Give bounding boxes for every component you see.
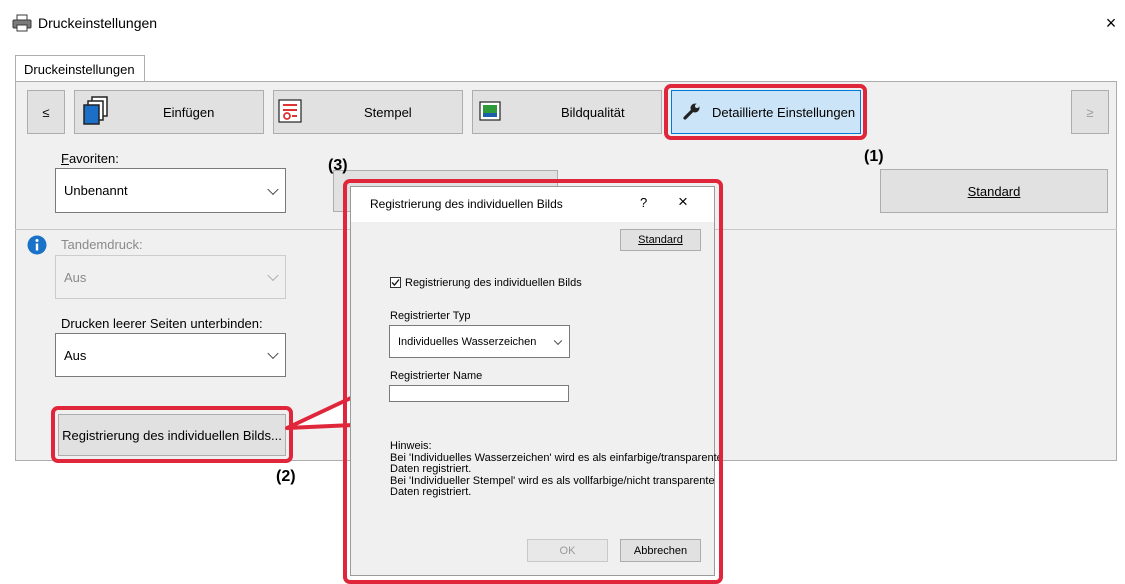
- toolbar-einfuegen-button[interactable]: Einfügen: [74, 90, 264, 134]
- callout-1: (1): [864, 148, 884, 165]
- toolbar-next-button[interactable]: ≥: [1071, 90, 1109, 134]
- blank-pages-value: Aus: [64, 347, 87, 363]
- toolbar-stempel-label: Stempel: [364, 104, 412, 120]
- image-quality-icon: [479, 100, 501, 124]
- close-icon[interactable]: ×: [1100, 12, 1122, 34]
- toolbar-stempel-button[interactable]: Stempel: [273, 90, 463, 134]
- printer-icon: [12, 14, 32, 35]
- callout-3: (3): [328, 157, 348, 174]
- blank-pages-dropdown[interactable]: Aus: [55, 333, 286, 377]
- window-titlebar: [0, 0, 1125, 48]
- chevron-down-icon: [267, 347, 279, 360]
- favorites-value: Unbenannt: [64, 183, 128, 198]
- favorites-label-text: avoriten:: [68, 151, 119, 166]
- favorites-label: Favoriten:: [61, 151, 119, 166]
- chevron-down-icon: [267, 183, 279, 195]
- toolbar-einfuegen-label: Einfügen: [163, 104, 215, 120]
- toolbar-prev-button[interactable]: ≤: [27, 90, 65, 134]
- standard-button-label: Standard: [967, 183, 1021, 199]
- tandem-label: Tandemdruck:: [61, 237, 143, 252]
- tandem-dropdown[interactable]: Aus: [55, 255, 286, 299]
- highlight-dialog: [343, 179, 723, 584]
- blank-pages-label: Drucken leerer Seiten unterbinden:: [61, 316, 263, 331]
- pages-icon: [83, 95, 109, 129]
- highlight-register-button: [51, 406, 293, 463]
- info-icon: [27, 235, 47, 258]
- window-title: Druckeinstellungen: [38, 15, 158, 31]
- tandem-value: Aus: [64, 269, 87, 285]
- standard-button[interactable]: Standard: [880, 169, 1108, 213]
- tab-druckeinstellungen[interactable]: Druckeinstellungen: [15, 55, 145, 82]
- favorites-dropdown[interactable]: Unbenannt: [55, 168, 286, 213]
- chevron-down-icon: [267, 269, 279, 282]
- toolbar-bildqualitaet-button[interactable]: Bildqualität: [472, 90, 662, 134]
- toolbar-bildqualitaet-label: Bildqualität: [561, 104, 625, 120]
- highlight-detaillierte-einstellungen: [664, 84, 867, 140]
- stamp-icon: [278, 98, 302, 126]
- callout-2: (2): [276, 468, 296, 485]
